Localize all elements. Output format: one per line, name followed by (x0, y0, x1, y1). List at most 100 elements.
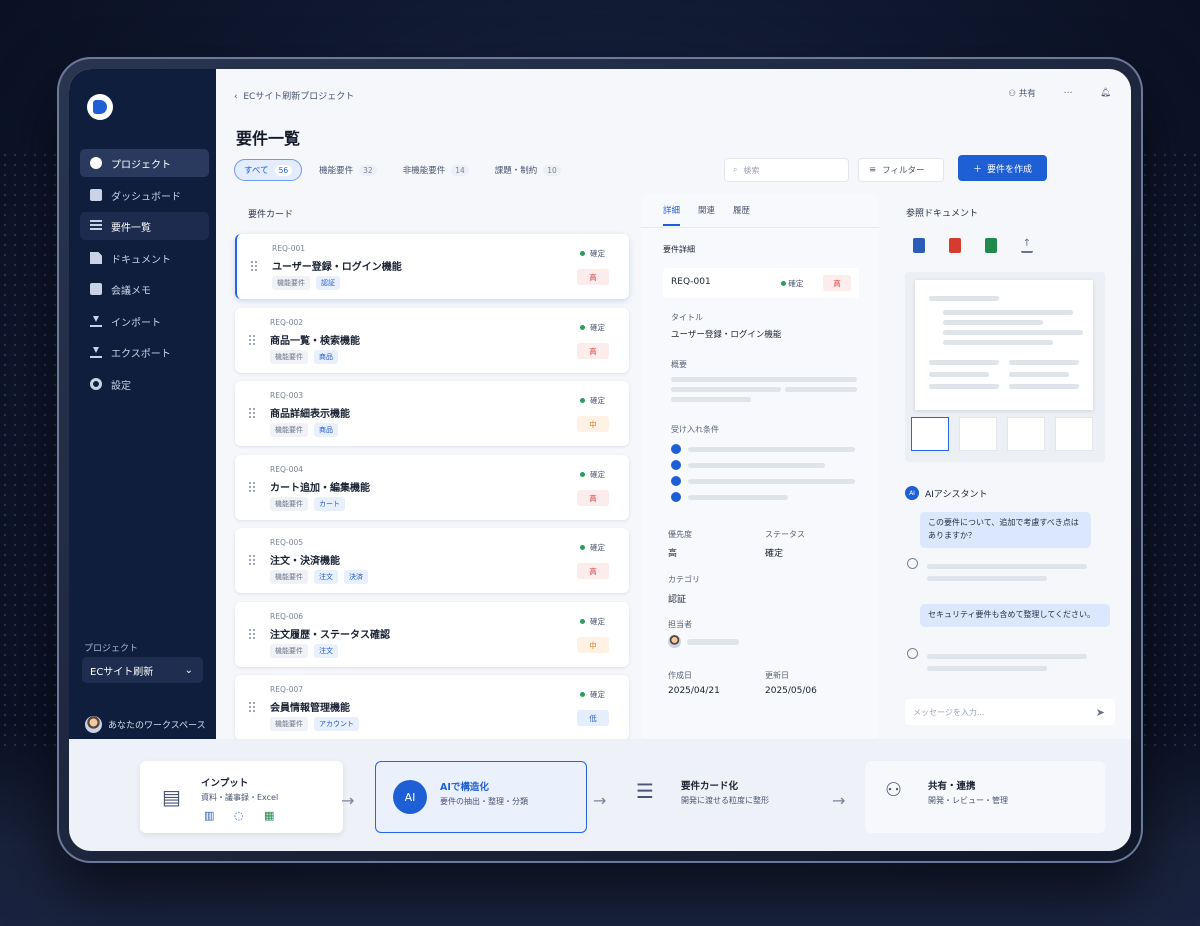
priority-badge: 中 (577, 416, 609, 432)
document-preview[interactable] (905, 272, 1105, 462)
requirement-card[interactable]: REQ-007 会員情報管理機能 機能要件 アカウント 確定 低 (235, 675, 629, 740)
status-badge: 確定 (580, 689, 605, 700)
acceptance-placeholder-line (688, 447, 855, 452)
filter-button[interactable]: ≡ フィルター (858, 158, 944, 182)
chat-placeholder-line (927, 654, 1087, 659)
drag-handle-icon[interactable] (250, 260, 258, 272)
drag-handle-icon[interactable] (248, 334, 256, 346)
page-thumbnail[interactable] (959, 417, 997, 451)
priority-badge: 高 (577, 490, 609, 506)
sidebar-item-label: プロジェクト (111, 159, 171, 171)
dashboard-icon (90, 189, 102, 201)
status-label: 確定 (590, 323, 605, 332)
category-label: カテゴリ (668, 575, 700, 584)
tag: 機能要件 (270, 497, 308, 511)
page-title: 要件一覧 (236, 129, 301, 148)
word-icon[interactable] (913, 238, 925, 253)
page-thumbnail[interactable] (1007, 417, 1045, 451)
sidebar-item-label: インポート (111, 317, 161, 329)
drag-handle-icon[interactable] (248, 701, 256, 713)
avatar (85, 716, 102, 733)
project-select[interactable]: ECサイト刷新 ⌄ (82, 657, 203, 683)
sidebar-item-settings[interactable]: 設定 (80, 370, 209, 398)
app-logo[interactable] (87, 94, 113, 120)
tab-history[interactable]: 履歴 (733, 204, 750, 226)
tab-detail[interactable]: 詳細 (663, 204, 681, 226)
requirement-card[interactable]: REQ-003 商品詳細表示機能 機能要件 商品 確定 中 (235, 381, 629, 446)
owner-avatar (668, 635, 681, 648)
card-tags: 機能要件 商品 (270, 423, 338, 437)
requirement-card[interactable]: REQ-006 注文履歴・ステータス確認 機能要件 注文 確定 中 (235, 602, 629, 667)
create-requirement-button[interactable]: ＋ 要件を作成 (958, 155, 1047, 181)
tab-label: 機能要件 (319, 166, 354, 176)
acceptance-placeholder-line (688, 479, 855, 484)
status-badge: 確定 (580, 395, 605, 406)
card-id: REQ-004 (270, 465, 304, 474)
tag: 機能要件 (270, 570, 308, 584)
sidebar-item-project[interactable]: プロジェクト (80, 149, 209, 177)
card-tags: 機能要件 アカウント (270, 717, 359, 731)
tab-issues[interactable]: 課題・制約 10 (486, 159, 570, 181)
breadcrumb[interactable]: ‹ ECサイト刷新プロジェクト (234, 89, 354, 102)
upload-icon[interactable]: ↑ (1021, 238, 1033, 253)
sidebar-item-documents[interactable]: ドキュメント (80, 244, 209, 272)
search-icon: ⌕ (733, 165, 738, 174)
detail-section-title: 要件詳細 (663, 245, 695, 254)
tag: 機能要件 (270, 350, 308, 364)
preview-line (929, 296, 999, 301)
step-ai-structure: AI AIで構造化 要件の抽出・整理・分類 (375, 761, 587, 833)
card-id: REQ-005 (270, 538, 304, 547)
tab-label: すべて (244, 166, 269, 176)
sidebar-item-import[interactable]: インポート (80, 307, 209, 335)
page-thumbnail[interactable] (911, 417, 949, 451)
step-subtitle: 開発・レビュー・管理 (928, 796, 1008, 805)
user-icon (907, 558, 918, 569)
message-input[interactable]: メッセージを入力... ➤ (905, 699, 1115, 725)
pdf-icon[interactable] (949, 238, 961, 253)
requirement-card[interactable]: REQ-001 ユーザー登録・ログイン機能 機能要件 認証 確定 高 (235, 234, 629, 299)
created-label: 作成日 (668, 671, 692, 680)
detail-tabs: 詳細 関連 履歴 (663, 204, 750, 226)
divider (641, 227, 879, 228)
chat-placeholder-line (927, 666, 1047, 671)
drag-handle-icon[interactable] (248, 407, 256, 419)
tab-all[interactable]: すべて 56 (234, 159, 303, 181)
status-dot-icon (580, 472, 585, 477)
drag-handle-icon[interactable] (248, 554, 256, 566)
step-title: 共有・連携 (928, 781, 976, 792)
chat-placeholder-line (927, 564, 1087, 569)
requirement-card[interactable]: REQ-005 注文・決済機能 機能要件 注文 決済 確定 高 (235, 528, 629, 593)
check-icon (671, 444, 681, 454)
sidebar-item-dashboard[interactable]: ダッシュボード (80, 181, 209, 209)
share-button[interactable]: ⚇ 共有 (1008, 87, 1035, 99)
sidebar-item-meeting-notes[interactable]: 会議メモ (80, 275, 209, 303)
step-subtitle: 開発に渡せる粒度に整形 (681, 796, 769, 805)
preview-line (1009, 372, 1069, 377)
status-field-label: ステータス (765, 530, 805, 539)
card-tags: 機能要件 カート (270, 497, 345, 511)
send-icon[interactable]: ➤ (1096, 706, 1105, 719)
tab-related[interactable]: 関連 (698, 204, 715, 226)
step-title: インプット (201, 778, 249, 789)
requirement-card[interactable]: REQ-004 カート追加・編集機能 機能要件 カート 確定 高 (235, 455, 629, 520)
workspace-switcher[interactable]: あなたのワークスペース (85, 716, 206, 733)
tab-non-functional[interactable]: 非機能要件 14 (394, 159, 478, 181)
requirement-card[interactable]: REQ-002 商品一覧・検索機能 機能要件 商品 確定 高 (235, 308, 629, 373)
drag-handle-icon[interactable] (248, 628, 256, 640)
priority-badge: 低 (577, 710, 609, 726)
tab-functional[interactable]: 機能要件 32 (310, 159, 386, 181)
tag: 機能要件 (270, 717, 308, 731)
chat-message-user: セキュリティ要件も含めて整理してください。 (920, 604, 1110, 627)
excel-icon[interactable] (985, 238, 997, 253)
project-icon (90, 157, 102, 169)
bell-icon[interactable]: 🔔︎ (1100, 88, 1111, 98)
arrow-right-icon: → (593, 791, 607, 810)
drag-handle-icon[interactable] (248, 481, 256, 493)
sidebar-item-requirements[interactable]: 要件一覧 (80, 212, 209, 240)
card-id: REQ-007 (270, 685, 304, 694)
search-input[interactable]: ⌕ 検索 (724, 158, 849, 182)
sidebar-item-export[interactable]: エクスポート (80, 338, 209, 366)
title-value: ユーザー登録・ログイン機能 (671, 330, 782, 340)
more-button[interactable]: ⋯ (1064, 88, 1073, 98)
page-thumbnail[interactable] (1055, 417, 1093, 451)
